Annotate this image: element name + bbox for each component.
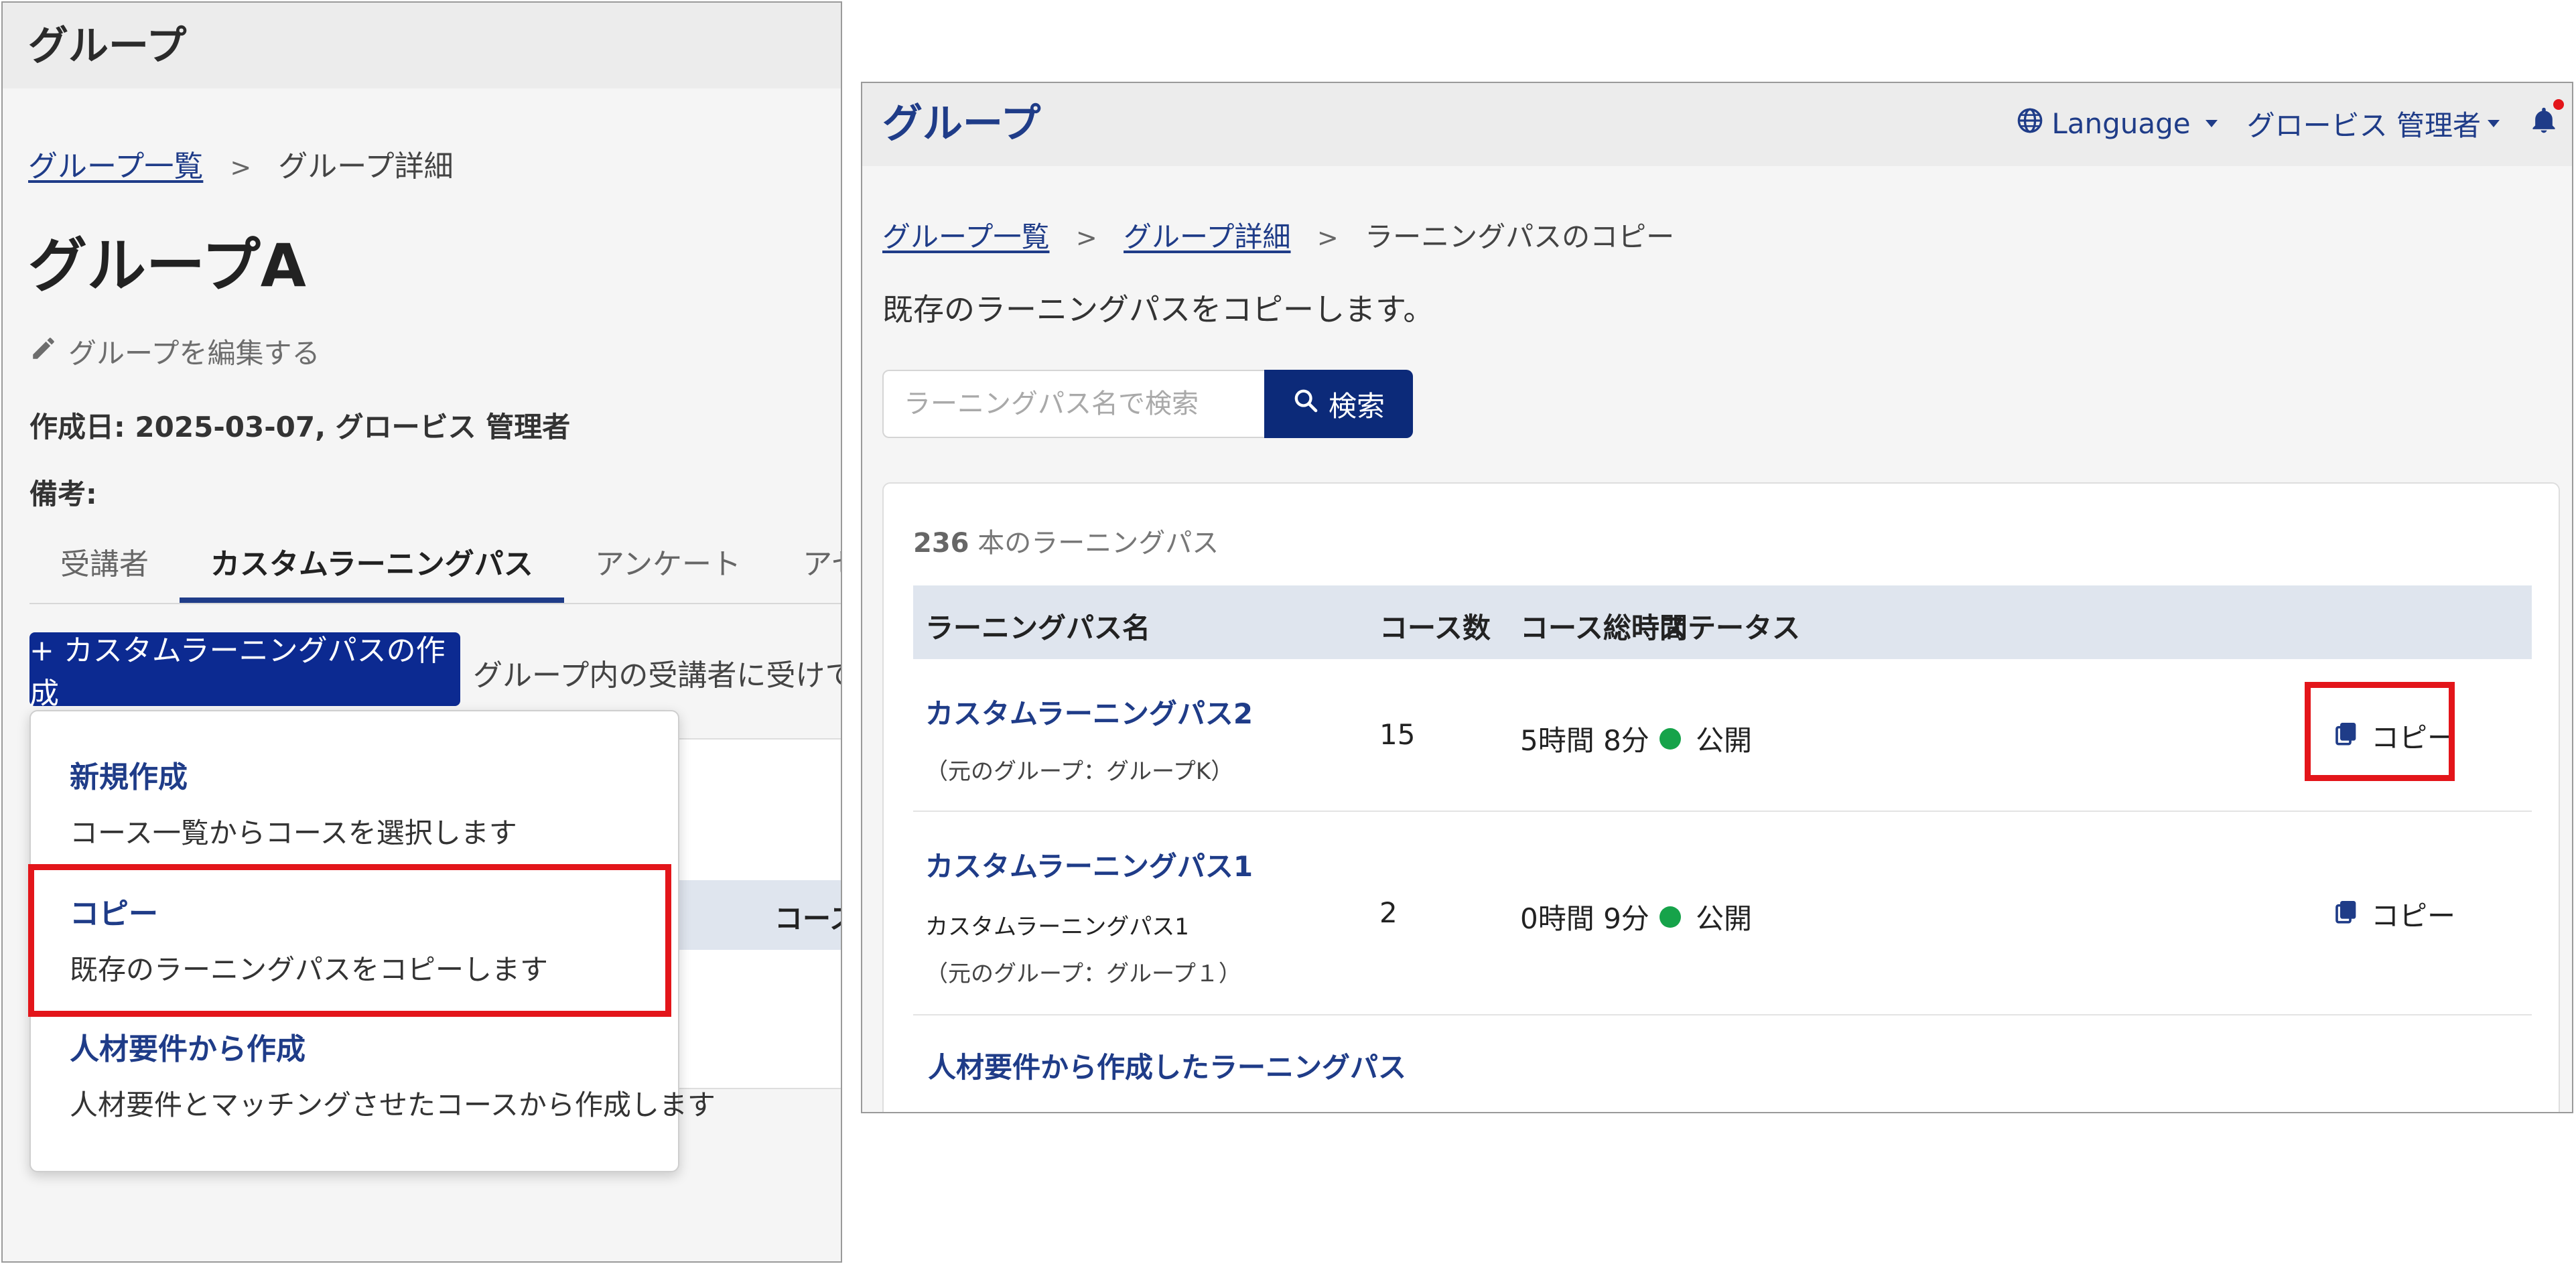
menu-item-desc: コース一覧からコースを選択します: [70, 817, 517, 849]
table-row: 人材要件から作成したラーニングパス: [913, 1014, 2532, 1095]
copy-learning-path-panel: グループ Language グロービス 管理者 グループ一覧 > グループ詳細 …: [861, 82, 2573, 1113]
learning-path-list-card: 236 本のラーニングパス ラーニングパス名 コース数 コース総時間 ステータス…: [882, 482, 2560, 1112]
origin-group: （元のグループ：グループK）: [925, 758, 1234, 785]
status-badge: 公開: [1659, 896, 1752, 937]
group-detail-panel: グループ グループ一覧 > グループ詳細 グループA グループを編集する 作成日…: [1, 1, 842, 1263]
column-header-courses: コース: [774, 902, 841, 935]
learning-path-name-link[interactable]: カスタムラーニングパス1: [925, 844, 1253, 885]
status-badge: 公開: [1659, 718, 1752, 759]
origin-group: （元のグループ：グループ１）: [925, 961, 1241, 987]
notification-dot: [2553, 98, 2564, 110]
table-row: カスタムラーニングパス1 カスタムラーニングパス1 （元のグループ：グループ１）…: [913, 811, 2532, 1015]
menu-item-new[interactable]: 新規作成 コース一覧からコースを選択します: [70, 753, 517, 851]
notification-bell[interactable]: [2529, 98, 2564, 142]
tab-survey[interactable]: アンケート: [564, 540, 772, 603]
tab-assessment[interactable]: アセスメント: [772, 540, 841, 603]
user-menu[interactable]: グロービス 管理者: [2247, 103, 2500, 144]
create-custom-learning-path-button[interactable]: + カスタムラーニングパスの作成: [29, 632, 460, 711]
table-row: カスタムラーニングパス2 （元のグループ：グループK） 15 5時間 8分 公開…: [913, 659, 2532, 812]
menu-item-title: 新規作成: [70, 760, 188, 794]
highlight-copy-menu-item: [28, 864, 671, 1017]
edit-group-label: グループを編集する: [68, 337, 320, 370]
total-time: 5時間 8分: [1520, 724, 1649, 757]
breadcrumb: グループ一覧 > グループ詳細: [28, 142, 454, 185]
search-button-label: 検索: [1328, 389, 1385, 423]
column-header-status: ステータス: [1659, 612, 1801, 644]
section-heading: 人材要件から作成したラーニングパス: [928, 1051, 1407, 1084]
breadcrumb-current: グループ詳細: [278, 149, 454, 184]
page-intro: 既存のラーニングパスをコピーします。: [882, 291, 1434, 328]
menu-item-title: 人材要件から作成: [70, 1032, 306, 1066]
app-header: グループ: [3, 3, 841, 88]
search-input[interactable]: [882, 370, 1264, 438]
tab-learners[interactable]: 受講者: [29, 540, 180, 603]
total-time: 0時間 9分: [1520, 902, 1649, 935]
learning-path-description: カスタムラーニングパス1: [925, 914, 1189, 940]
breadcrumb-group-detail-link[interactable]: グループ詳細: [1124, 220, 1290, 253]
edit-group-link[interactable]: グループを編集する: [29, 331, 320, 372]
breadcrumb-separator: >: [1316, 223, 1339, 253]
breadcrumb-group-list-link[interactable]: グループ一覧: [28, 149, 203, 184]
language-label: Language: [2051, 107, 2191, 140]
status-label: 公開: [1696, 902, 1753, 935]
user-name: グロービス 管理者: [2246, 109, 2481, 142]
status-dot-icon: [1659, 906, 1681, 928]
breadcrumb-current: ラーニングパスのコピー: [1365, 220, 1675, 253]
learning-path-name-link[interactable]: カスタムラーニングパス2: [925, 691, 1253, 732]
app-header: グループ Language グロービス 管理者: [862, 83, 2572, 166]
copy-label: コピー: [2371, 900, 2456, 932]
search-button[interactable]: 検索: [1264, 370, 1413, 438]
pencil-icon: [29, 334, 58, 369]
course-count: 2: [1379, 896, 1398, 929]
menu-item-desc: 人材要件とマッチングさせたコースから作成します: [70, 1089, 716, 1121]
search-icon: [1292, 387, 1319, 421]
caret-down-icon: [2205, 120, 2218, 127]
globe-icon: [2017, 107, 2043, 141]
result-count-number: 236: [913, 528, 969, 559]
result-count: 236 本のラーニングパス: [913, 521, 1219, 560]
tab-custom-learning-path[interactable]: カスタムラーニングパス: [180, 540, 564, 603]
app-title: グループ: [882, 100, 1041, 147]
header-nav: Language グロービス 管理者: [2017, 98, 2564, 144]
result-count-suffix: 本のラーニングパス: [977, 528, 1219, 559]
breadcrumb-separator: >: [230, 153, 252, 182]
bell-icon: [2529, 106, 2559, 142]
copy-icon: [2333, 897, 2360, 932]
breadcrumb-separator: >: [1075, 223, 1097, 253]
group-tabs: 受講者 カスタムラーニングパス アンケート アセスメント: [29, 524, 841, 604]
column-header-course-count: コース数: [1379, 612, 1491, 644]
breadcrumb-group-list-link[interactable]: グループ一覧: [882, 220, 1049, 253]
language-dropdown[interactable]: Language: [2017, 107, 2218, 141]
menu-item-from-requirements[interactable]: 人材要件から作成 人材要件とマッチングさせたコースから作成します: [70, 1025, 716, 1123]
table-header: ラーニングパス名 コース数 コース総時間 ステータス: [913, 585, 2532, 659]
created-info: 作成日: 2025-03-07, グロービス 管理者: [29, 411, 571, 443]
app-title: グループ: [28, 23, 187, 70]
breadcrumb: グループ一覧 > グループ詳細 > ラーニングパスのコピー: [882, 214, 1674, 255]
notes-label: 備考:: [29, 478, 97, 510]
create-description: グループ内の受講者に受けても: [473, 658, 842, 693]
column-header-name: ラーニングパス名: [925, 612, 1151, 644]
caret-down-icon: [2488, 120, 2500, 127]
page-title: グループA: [28, 231, 306, 300]
highlight-copy-button: [2305, 682, 2455, 781]
status-label: 公開: [1696, 724, 1753, 757]
copy-button[interactable]: コピー: [2333, 894, 2455, 934]
status-dot-icon: [1659, 727, 1681, 750]
course-count: 15: [1379, 718, 1416, 751]
